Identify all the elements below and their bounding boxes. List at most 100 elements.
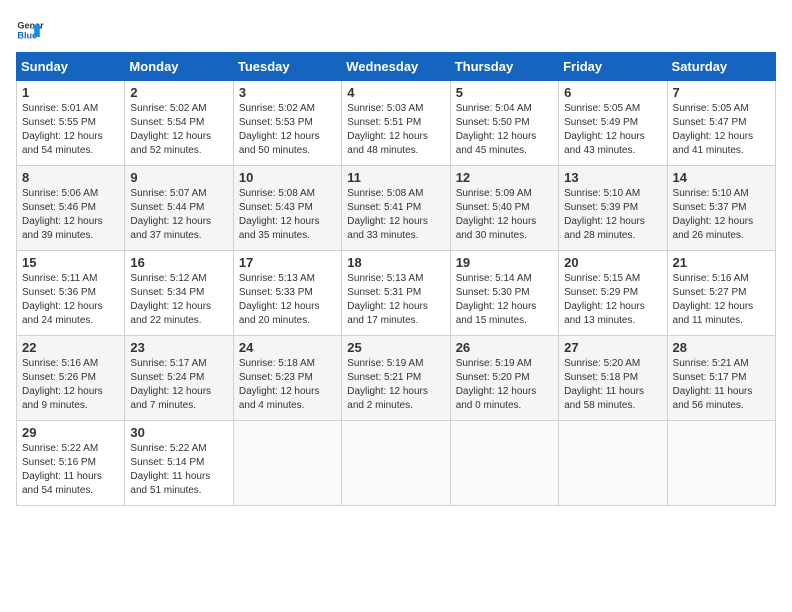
- day-number: 8: [22, 170, 119, 185]
- calendar-week-row: 8 Sunrise: 5:06 AM Sunset: 5:46 PM Dayli…: [17, 166, 776, 251]
- svg-text:General: General: [17, 21, 44, 31]
- calendar-cell: 28 Sunrise: 5:21 AM Sunset: 5:17 PM Dayl…: [667, 336, 775, 421]
- day-number: 10: [239, 170, 336, 185]
- day-info: Sunrise: 5:16 AM Sunset: 5:27 PM Dayligh…: [673, 272, 770, 328]
- weekday-header: Tuesday: [233, 53, 341, 81]
- day-info: Sunrise: 5:08 AM Sunset: 5:43 PM Dayligh…: [239, 187, 336, 243]
- day-info: Sunrise: 5:10 AM Sunset: 5:39 PM Dayligh…: [564, 187, 661, 243]
- day-number: 20: [564, 255, 661, 270]
- calendar-cell: 19 Sunrise: 5:14 AM Sunset: 5:30 PM Dayl…: [450, 251, 558, 336]
- calendar-cell: 20 Sunrise: 5:15 AM Sunset: 5:29 PM Dayl…: [559, 251, 667, 336]
- calendar-cell: 8 Sunrise: 5:06 AM Sunset: 5:46 PM Dayli…: [17, 166, 125, 251]
- day-info: Sunrise: 5:13 AM Sunset: 5:33 PM Dayligh…: [239, 272, 336, 328]
- calendar-cell: 7 Sunrise: 5:05 AM Sunset: 5:47 PM Dayli…: [667, 81, 775, 166]
- calendar-cell: 11 Sunrise: 5:08 AM Sunset: 5:41 PM Dayl…: [342, 166, 450, 251]
- day-info: Sunrise: 5:08 AM Sunset: 5:41 PM Dayligh…: [347, 187, 444, 243]
- calendar-cell: [233, 421, 341, 506]
- calendar-cell: 30 Sunrise: 5:22 AM Sunset: 5:14 PM Dayl…: [125, 421, 233, 506]
- calendar-cell: 24 Sunrise: 5:18 AM Sunset: 5:23 PM Dayl…: [233, 336, 341, 421]
- calendar-week-row: 1 Sunrise: 5:01 AM Sunset: 5:55 PM Dayli…: [17, 81, 776, 166]
- day-info: Sunrise: 5:01 AM Sunset: 5:55 PM Dayligh…: [22, 102, 119, 158]
- day-number: 18: [347, 255, 444, 270]
- calendar-cell: [559, 421, 667, 506]
- calendar-cell: 27 Sunrise: 5:20 AM Sunset: 5:18 PM Dayl…: [559, 336, 667, 421]
- day-info: Sunrise: 5:22 AM Sunset: 5:16 PM Dayligh…: [22, 442, 119, 498]
- day-info: Sunrise: 5:15 AM Sunset: 5:29 PM Dayligh…: [564, 272, 661, 328]
- day-number: 23: [130, 340, 227, 355]
- day-info: Sunrise: 5:03 AM Sunset: 5:51 PM Dayligh…: [347, 102, 444, 158]
- day-number: 16: [130, 255, 227, 270]
- calendar-week-row: 15 Sunrise: 5:11 AM Sunset: 5:36 PM Dayl…: [17, 251, 776, 336]
- calendar-cell: 25 Sunrise: 5:19 AM Sunset: 5:21 PM Dayl…: [342, 336, 450, 421]
- day-info: Sunrise: 5:18 AM Sunset: 5:23 PM Dayligh…: [239, 357, 336, 413]
- day-info: Sunrise: 5:05 AM Sunset: 5:47 PM Dayligh…: [673, 102, 770, 158]
- day-info: Sunrise: 5:13 AM Sunset: 5:31 PM Dayligh…: [347, 272, 444, 328]
- day-number: 14: [673, 170, 770, 185]
- day-number: 28: [673, 340, 770, 355]
- calendar-cell: 17 Sunrise: 5:13 AM Sunset: 5:33 PM Dayl…: [233, 251, 341, 336]
- day-number: 3: [239, 85, 336, 100]
- day-number: 30: [130, 425, 227, 440]
- day-info: Sunrise: 5:04 AM Sunset: 5:50 PM Dayligh…: [456, 102, 553, 158]
- calendar-cell: 29 Sunrise: 5:22 AM Sunset: 5:16 PM Dayl…: [17, 421, 125, 506]
- day-number: 4: [347, 85, 444, 100]
- calendar-cell: 4 Sunrise: 5:03 AM Sunset: 5:51 PM Dayli…: [342, 81, 450, 166]
- day-info: Sunrise: 5:02 AM Sunset: 5:53 PM Dayligh…: [239, 102, 336, 158]
- day-number: 24: [239, 340, 336, 355]
- weekday-header: Monday: [125, 53, 233, 81]
- day-number: 7: [673, 85, 770, 100]
- day-info: Sunrise: 5:11 AM Sunset: 5:36 PM Dayligh…: [22, 272, 119, 328]
- calendar-header-row: SundayMondayTuesdayWednesdayThursdayFrid…: [17, 53, 776, 81]
- calendar-cell: 3 Sunrise: 5:02 AM Sunset: 5:53 PM Dayli…: [233, 81, 341, 166]
- weekday-header: Sunday: [17, 53, 125, 81]
- day-info: Sunrise: 5:22 AM Sunset: 5:14 PM Dayligh…: [130, 442, 227, 498]
- logo: General Blue: [16, 16, 44, 44]
- day-number: 26: [456, 340, 553, 355]
- day-info: Sunrise: 5:14 AM Sunset: 5:30 PM Dayligh…: [456, 272, 553, 328]
- calendar: SundayMondayTuesdayWednesdayThursdayFrid…: [16, 52, 776, 506]
- day-info: Sunrise: 5:12 AM Sunset: 5:34 PM Dayligh…: [130, 272, 227, 328]
- day-info: Sunrise: 5:02 AM Sunset: 5:54 PM Dayligh…: [130, 102, 227, 158]
- calendar-cell: 21 Sunrise: 5:16 AM Sunset: 5:27 PM Dayl…: [667, 251, 775, 336]
- calendar-cell: 22 Sunrise: 5:16 AM Sunset: 5:26 PM Dayl…: [17, 336, 125, 421]
- day-number: 25: [347, 340, 444, 355]
- day-number: 1: [22, 85, 119, 100]
- calendar-cell: 10 Sunrise: 5:08 AM Sunset: 5:43 PM Dayl…: [233, 166, 341, 251]
- day-number: 9: [130, 170, 227, 185]
- day-number: 17: [239, 255, 336, 270]
- day-number: 27: [564, 340, 661, 355]
- calendar-cell: [450, 421, 558, 506]
- weekday-header: Friday: [559, 53, 667, 81]
- day-number: 21: [673, 255, 770, 270]
- calendar-cell: 2 Sunrise: 5:02 AM Sunset: 5:54 PM Dayli…: [125, 81, 233, 166]
- calendar-cell: [342, 421, 450, 506]
- calendar-cell: 9 Sunrise: 5:07 AM Sunset: 5:44 PM Dayli…: [125, 166, 233, 251]
- calendar-cell: 6 Sunrise: 5:05 AM Sunset: 5:49 PM Dayli…: [559, 81, 667, 166]
- calendar-cell: 1 Sunrise: 5:01 AM Sunset: 5:55 PM Dayli…: [17, 81, 125, 166]
- calendar-cell: 18 Sunrise: 5:13 AM Sunset: 5:31 PM Dayl…: [342, 251, 450, 336]
- day-info: Sunrise: 5:20 AM Sunset: 5:18 PM Dayligh…: [564, 357, 661, 413]
- day-number: 12: [456, 170, 553, 185]
- weekday-header: Thursday: [450, 53, 558, 81]
- calendar-week-row: 29 Sunrise: 5:22 AM Sunset: 5:16 PM Dayl…: [17, 421, 776, 506]
- day-number: 2: [130, 85, 227, 100]
- calendar-cell: 15 Sunrise: 5:11 AM Sunset: 5:36 PM Dayl…: [17, 251, 125, 336]
- day-number: 15: [22, 255, 119, 270]
- day-number: 5: [456, 85, 553, 100]
- day-number: 11: [347, 170, 444, 185]
- day-info: Sunrise: 5:06 AM Sunset: 5:46 PM Dayligh…: [22, 187, 119, 243]
- day-info: Sunrise: 5:19 AM Sunset: 5:20 PM Dayligh…: [456, 357, 553, 413]
- day-info: Sunrise: 5:07 AM Sunset: 5:44 PM Dayligh…: [130, 187, 227, 243]
- calendar-cell: 13 Sunrise: 5:10 AM Sunset: 5:39 PM Dayl…: [559, 166, 667, 251]
- day-number: 19: [456, 255, 553, 270]
- day-number: 13: [564, 170, 661, 185]
- day-info: Sunrise: 5:16 AM Sunset: 5:26 PM Dayligh…: [22, 357, 119, 413]
- day-number: 6: [564, 85, 661, 100]
- calendar-cell: [667, 421, 775, 506]
- weekday-header: Wednesday: [342, 53, 450, 81]
- day-info: Sunrise: 5:21 AM Sunset: 5:17 PM Dayligh…: [673, 357, 770, 413]
- day-number: 29: [22, 425, 119, 440]
- day-info: Sunrise: 5:19 AM Sunset: 5:21 PM Dayligh…: [347, 357, 444, 413]
- calendar-cell: 26 Sunrise: 5:19 AM Sunset: 5:20 PM Dayl…: [450, 336, 558, 421]
- calendar-week-row: 22 Sunrise: 5:16 AM Sunset: 5:26 PM Dayl…: [17, 336, 776, 421]
